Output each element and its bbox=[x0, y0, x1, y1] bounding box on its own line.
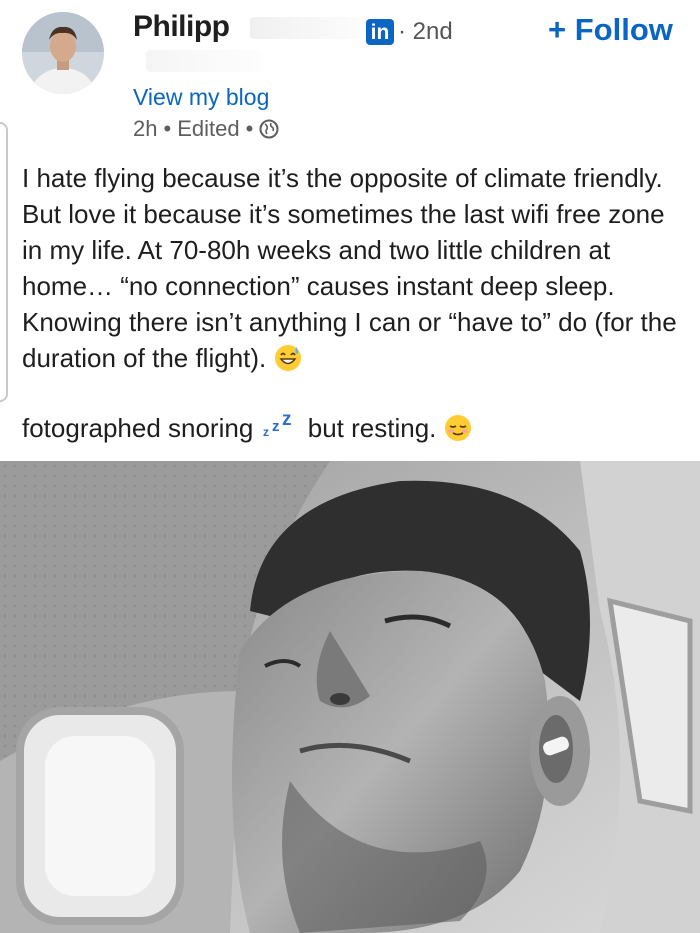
edited-label: Edited bbox=[177, 116, 240, 141]
grinning-sweat-emoji-icon bbox=[274, 344, 302, 372]
view-blog-link[interactable]: View my blog bbox=[133, 84, 269, 111]
left-edge-divider bbox=[0, 122, 8, 402]
meta-separator: • bbox=[163, 116, 172, 141]
zzz-sleeping-icon: z z z bbox=[261, 409, 301, 439]
connection-degree: · 2nd bbox=[398, 18, 453, 45]
post-photo[interactable] bbox=[0, 461, 700, 933]
post-meta: 2h • Edited • bbox=[133, 116, 279, 142]
relieved-face-emoji-icon bbox=[444, 414, 472, 442]
follow-button[interactable]: + Follow bbox=[548, 12, 673, 48]
faded-subheadline bbox=[146, 50, 264, 72]
author-name[interactable]: Philipp bbox=[133, 10, 230, 44]
meta-separator: • bbox=[245, 116, 254, 141]
svg-text:z: z bbox=[263, 425, 269, 439]
linkedin-icon: in bbox=[366, 19, 394, 45]
avatar[interactable] bbox=[22, 12, 104, 94]
post-paragraph-2-start: fotographed snoring bbox=[22, 413, 254, 443]
post-paragraph-2-end: but resting. bbox=[307, 413, 437, 443]
post-paragraph-2: fotographed snoring z z z but resting. bbox=[22, 409, 472, 446]
post-paragraph-1: I hate flying because it’s the opposite … bbox=[22, 163, 677, 373]
faded-headline bbox=[250, 17, 360, 39]
post-body: I hate flying because it’s the opposite … bbox=[22, 160, 692, 376]
globe-icon bbox=[259, 119, 279, 139]
timestamp: 2h bbox=[133, 116, 158, 141]
svg-text:z: z bbox=[272, 418, 280, 435]
sleeping-man-photo bbox=[0, 461, 700, 933]
avatar-image bbox=[22, 12, 104, 94]
svg-text:z: z bbox=[282, 411, 292, 430]
